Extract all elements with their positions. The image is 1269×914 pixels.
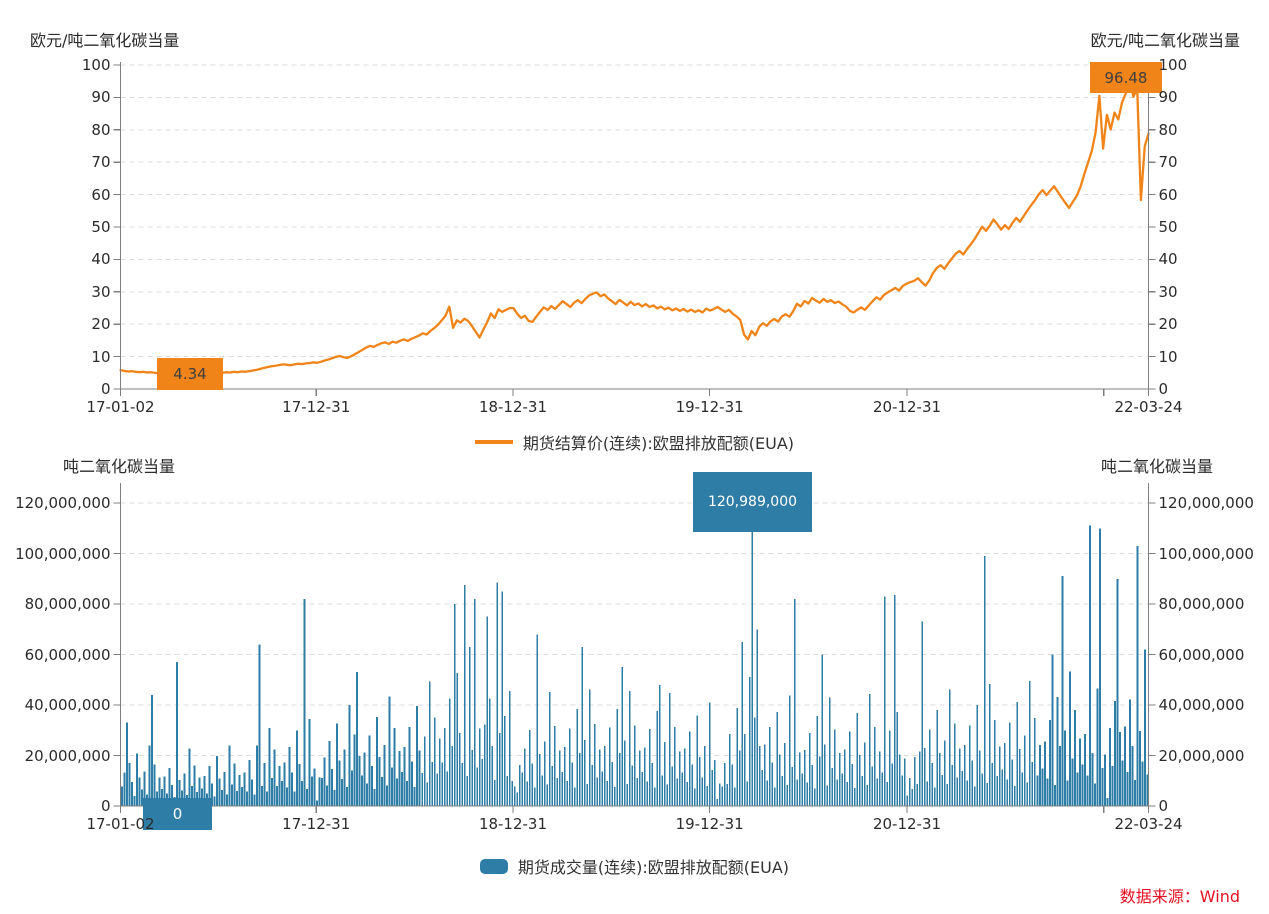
y-tick-label-right: 0 xyxy=(1159,380,1169,398)
y-tick-label-left: 120,000,000 xyxy=(11,494,111,512)
volume-legend-label: 期货成交量(连续):欧盟排放配额(EUA) xyxy=(518,854,789,878)
y-tick-label-left: 10 xyxy=(11,348,111,366)
y-tick-label-right: 20 xyxy=(1159,315,1178,333)
y-tick-label-left: 100,000,000 xyxy=(11,545,111,563)
y-tick-label-right: 10 xyxy=(1159,348,1178,366)
y-tick-label-right: 40,000,000 xyxy=(1159,696,1245,714)
x-tick-label: 17-01-02 xyxy=(75,398,167,416)
y-tick-label-right: 100,000,000 xyxy=(1159,545,1254,563)
volume-axis-title-right: 吨二氧化碳当量 xyxy=(1101,453,1213,477)
x-tick-label: 20-12-31 xyxy=(861,815,953,833)
y-tick-label-right: 90 xyxy=(1159,88,1178,106)
y-tick-label-right: 60,000,000 xyxy=(1159,646,1245,664)
y-tick-label-left: 60,000,000 xyxy=(11,646,111,664)
y-tick-label-left: 80 xyxy=(11,121,111,139)
x-tick-label: 18-12-31 xyxy=(467,815,559,833)
y-tick-label-left: 50 xyxy=(11,218,111,236)
x-tick-label: 17-12-31 xyxy=(270,398,362,416)
y-tick-label-left: 90 xyxy=(11,88,111,106)
volume-legend-bar-swatch xyxy=(480,859,508,874)
y-tick-label-left: 0 xyxy=(11,380,111,398)
price-legend: 期货结算价(连续):欧盟排放配额(EUA) xyxy=(0,430,1269,454)
y-tick-label-left: 20,000,000 xyxy=(11,747,111,765)
y-tick-label-right: 60 xyxy=(1159,186,1178,204)
x-tick-label: 17-01-02 xyxy=(75,815,167,833)
y-tick-label-right: 70 xyxy=(1159,153,1178,171)
y-tick-label-right: 100 xyxy=(1159,56,1188,74)
y-tick-label-left: 80,000,000 xyxy=(11,595,111,613)
data-source-note: 数据来源：Wind xyxy=(1120,883,1240,907)
y-tick-label-left: 100 xyxy=(11,56,111,74)
x-tick-label: 18-12-31 xyxy=(467,398,559,416)
y-tick-label-left: 40 xyxy=(11,250,111,268)
y-tick-label-right: 0 xyxy=(1159,797,1169,815)
y-tick-label-left: 60 xyxy=(11,186,111,204)
volume-legend: 期货成交量(连续):欧盟排放配额(EUA) xyxy=(0,854,1269,878)
price-min-annotation: 4.34 xyxy=(157,358,223,390)
price-legend-line-swatch xyxy=(475,440,513,444)
volume-max-annotation: 120,989,000 xyxy=(693,472,812,532)
y-tick-label-left: 30 xyxy=(11,283,111,301)
price-axis-title-right: 欧元/吨二氧化碳当量 xyxy=(1091,27,1240,51)
y-tick-label-left: 70 xyxy=(11,153,111,171)
y-tick-label-left: 20 xyxy=(11,315,111,333)
price-axis-title-left: 欧元/吨二氧化碳当量 xyxy=(30,27,179,51)
dual-chart-canvas: 欧元/吨二氧化碳当量 欧元/吨二氧化碳当量 4.34 96.48 期货结算价(连… xyxy=(0,0,1269,914)
x-tick-label: 17-12-31 xyxy=(270,815,362,833)
y-tick-label-right: 80,000,000 xyxy=(1159,595,1245,613)
volume-axis-title-left: 吨二氧化碳当量 xyxy=(63,453,175,477)
charts-svg xyxy=(0,0,1269,914)
x-tick-label: 20-12-31 xyxy=(861,398,953,416)
y-tick-label-right: 80 xyxy=(1159,121,1178,139)
x-tick-label: 19-12-31 xyxy=(664,398,756,416)
y-tick-label-right: 40 xyxy=(1159,250,1178,268)
y-tick-label-right: 120,000,000 xyxy=(1159,494,1254,512)
price-max-annotation: 96.48 xyxy=(1090,62,1162,93)
price-legend-label: 期货结算价(连续):欧盟排放配额(EUA) xyxy=(523,430,794,454)
y-tick-label-right: 50 xyxy=(1159,218,1178,236)
x-tick-label: 19-12-31 xyxy=(664,815,756,833)
y-tick-label-right: 30 xyxy=(1159,283,1178,301)
y-tick-label-left: 0 xyxy=(11,797,111,815)
y-tick-label-left: 40,000,000 xyxy=(11,696,111,714)
x-tick-label: 22-03-24 xyxy=(1103,815,1195,833)
y-tick-label-right: 20,000,000 xyxy=(1159,747,1245,765)
x-tick-label: 22-03-24 xyxy=(1103,398,1195,416)
